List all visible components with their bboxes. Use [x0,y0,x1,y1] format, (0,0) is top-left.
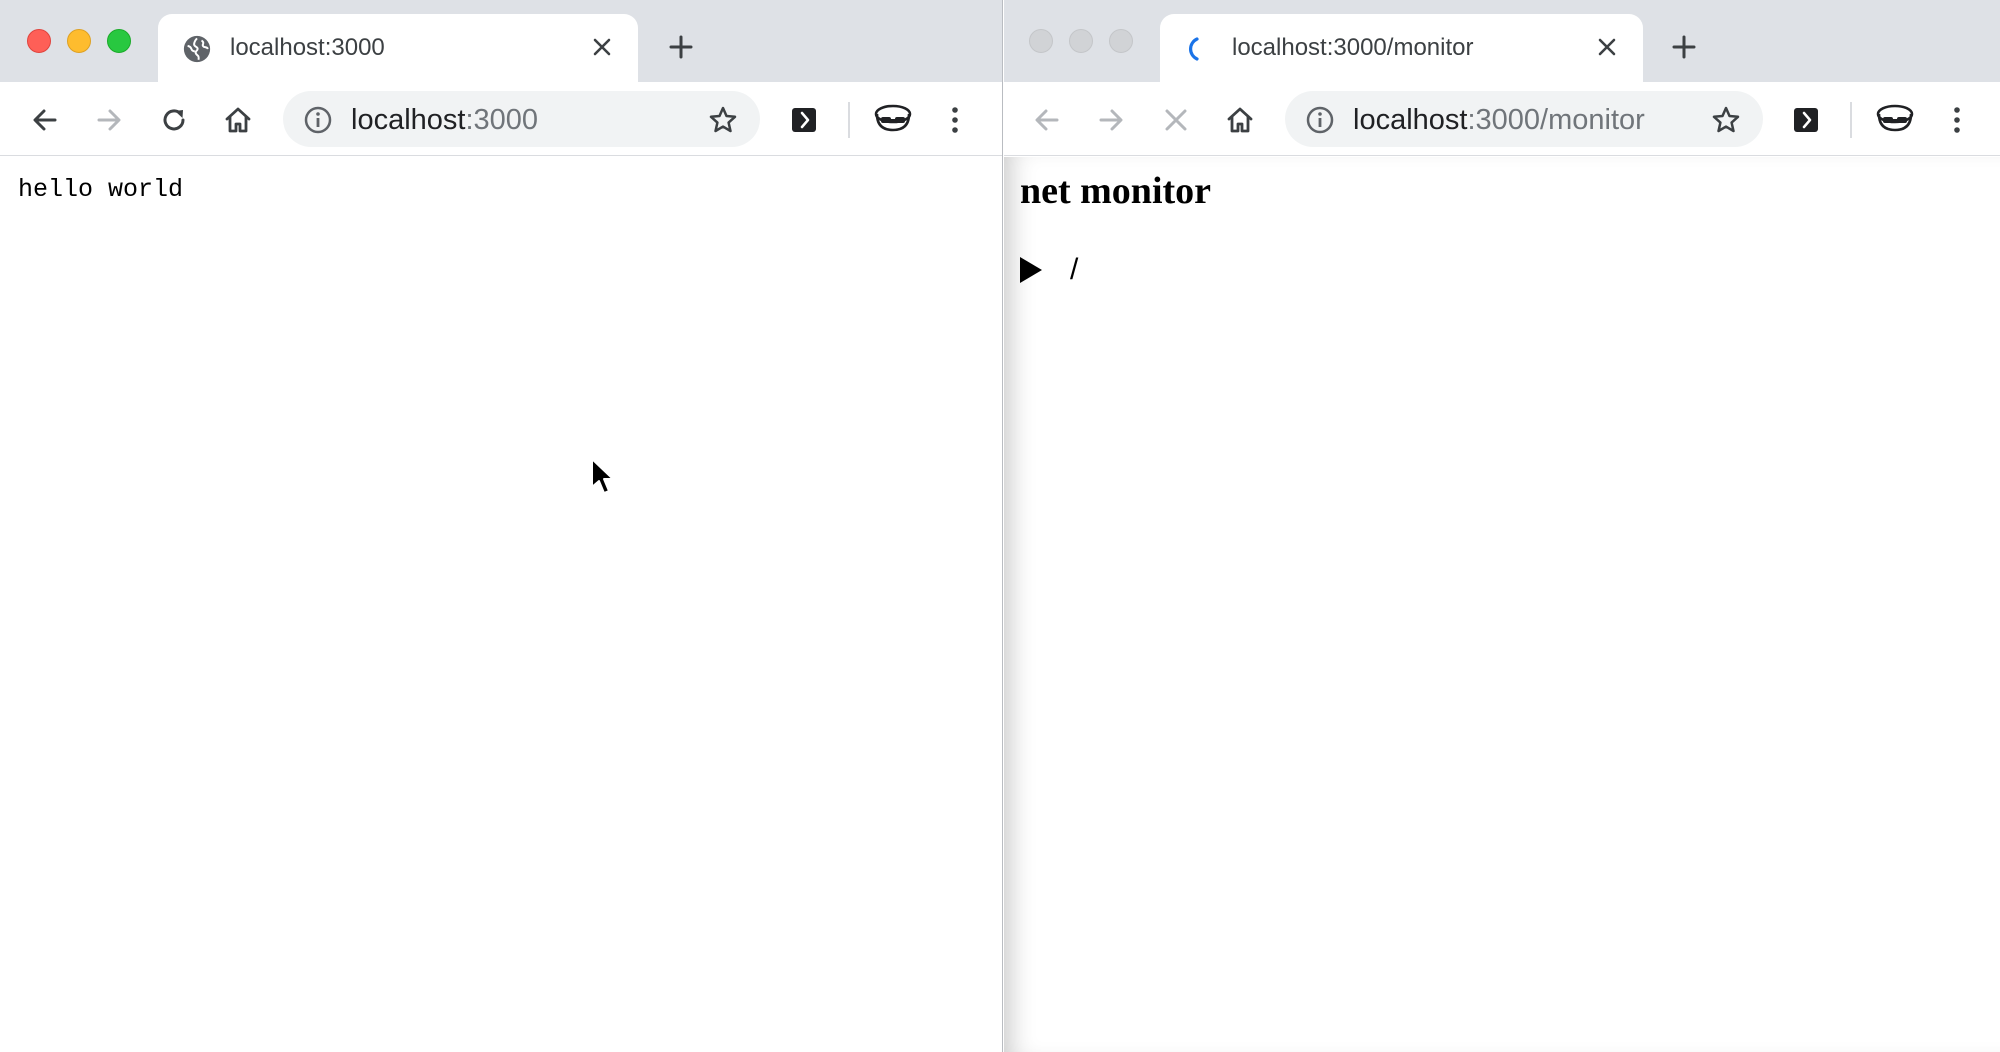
stop-icon[interactable] [1160,104,1192,136]
window-zoom-button[interactable] [1109,29,1133,53]
close-tab-icon[interactable] [591,36,613,58]
browser-window-right: localhost:3000/monitor localhost:3000/mo… [1004,0,2000,1052]
back-arrow-icon[interactable] [1031,104,1063,136]
globe-icon [183,35,211,63]
forward-arrow-icon[interactable] [93,104,125,136]
address-bar[interactable]: localhost:3000 [283,91,760,147]
forward-arrow-icon[interactable] [1095,104,1127,136]
page-content: hello world [0,157,1002,1052]
close-tab-icon[interactable] [1596,36,1618,58]
window-close-button[interactable] [27,29,51,53]
home-icon[interactable] [1224,104,1256,136]
disclosure-triangle-icon[interactable] [1020,257,1042,283]
page-title: net monitor [1020,170,1212,212]
navigation-toolbar: localhost:3000/monitor [1004,82,2000,156]
info-icon[interactable] [303,105,333,135]
navigation-toolbar: localhost:3000 [0,82,1002,156]
address-bar[interactable]: localhost:3000/monitor [1285,91,1763,147]
menu-icon[interactable] [1945,104,1969,136]
window-minimize-button[interactable] [1069,29,1093,53]
tab-title: localhost:3000 [230,34,385,61]
star-icon[interactable] [707,104,739,136]
toolbar-separator [848,102,850,138]
star-icon[interactable] [1710,104,1742,136]
menu-icon[interactable] [943,104,967,136]
loading-spinner-icon [1188,37,1199,61]
window-zoom-button[interactable] [107,29,131,53]
profile-icon[interactable] [871,100,915,140]
extension-icon[interactable] [1790,104,1822,136]
window-minimize-button[interactable] [67,29,91,53]
request-path: / [1070,253,1079,286]
url-text: localhost:3000/monitor [1353,104,1645,136]
tab-localhost[interactable]: localhost:3000 [158,14,638,82]
tab-title: localhost:3000/monitor [1232,34,1474,61]
home-icon[interactable] [222,104,254,136]
tab-strip: localhost:3000 [0,0,1002,82]
window-close-button[interactable] [1029,29,1053,53]
request-list-item[interactable]: / [1020,253,1078,287]
new-tab-icon[interactable] [1671,34,1697,60]
body-text: hello world [18,175,184,204]
profile-icon[interactable] [1873,100,1917,140]
url-text: localhost:3000 [351,104,539,136]
info-icon[interactable] [1305,105,1335,135]
reload-icon[interactable] [158,104,190,136]
mouse-cursor-icon [591,458,614,494]
tab-strip: localhost:3000/monitor [1004,0,2000,82]
tab-monitor[interactable]: localhost:3000/monitor [1160,14,1643,82]
extension-icon[interactable] [788,104,820,136]
back-arrow-icon[interactable] [29,104,61,136]
new-tab-icon[interactable] [668,34,694,60]
page-content: net monitor / [1004,157,2000,1052]
browser-window-left: localhost:3000 localhost:3000 hello worl… [0,0,1003,1052]
toolbar-separator [1850,102,1852,138]
